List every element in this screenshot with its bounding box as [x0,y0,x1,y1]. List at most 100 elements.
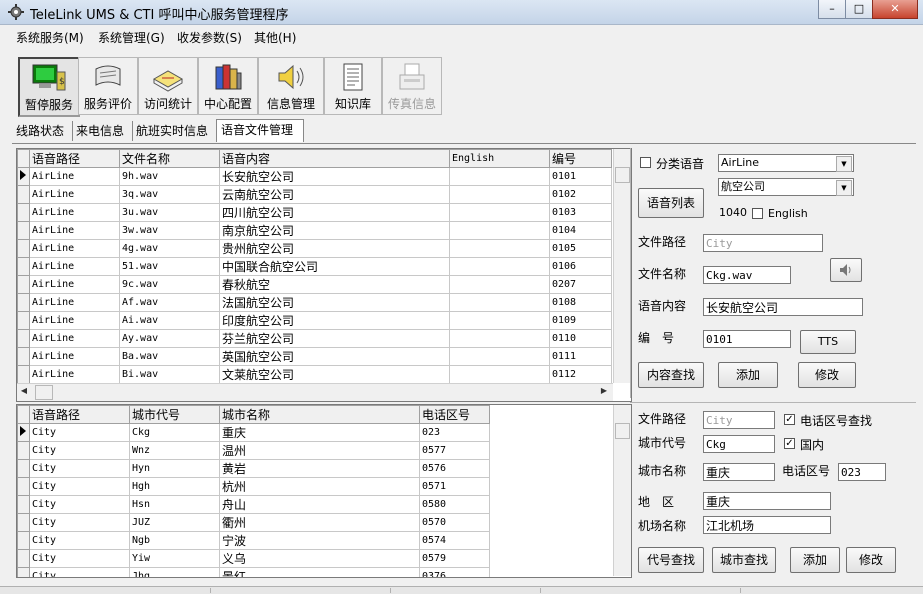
cell-path[interactable]: AirLine [29,203,120,222]
city-path-input[interactable]: City [703,411,775,429]
cell-number[interactable]: 0112 [549,365,612,384]
cell-content[interactable]: 芬兰航空公司 [219,329,450,348]
table-row[interactable]: City JUZ 衢州 0570 [17,513,490,532]
cell-content[interactable]: 春秋航空 [219,275,450,294]
cell-path[interactable]: AirLine [29,275,120,294]
cell-city-code[interactable]: Hsn [129,495,220,514]
voice-add-button[interactable]: 添加 [718,362,778,388]
table-row[interactable]: AirLine 51.wav 中国联合航空公司 0106 [17,257,612,276]
cell-path[interactable]: City [29,441,130,460]
column-header[interactable]: 语音路径 [29,149,120,168]
menu-send-receive-params[interactable]: 收发参数(S) [177,29,242,46]
voice-grid-hscroll-thumb[interactable] [35,385,53,400]
table-row[interactable]: AirLine 3q.wav 云南航空公司 0102 [17,185,612,204]
dropdown-arrow-icon[interactable]: ▼ [836,180,852,196]
dropdown-arrow-icon[interactable]: ▼ [836,156,852,172]
column-header[interactable]: 文件名称 [119,149,220,168]
cell-city-name[interactable]: 温州 [219,441,420,460]
code-search-button[interactable]: 代号查找 [638,547,704,573]
cell-area-code[interactable]: 0579 [419,549,490,568]
voice-content-input[interactable]: 长安航空公司 [703,298,863,316]
tab-voice-file-management[interactable]: 语音文件管理 [216,119,304,142]
city-code-input[interactable]: Ckg [703,435,775,453]
table-row[interactable]: AirLine Af.wav 法国航空公司 0108 [17,293,612,312]
cell-english[interactable] [449,221,550,240]
cell-number[interactable]: 0111 [549,347,612,366]
cell-city-code[interactable]: JUZ [129,513,220,532]
cell-english[interactable] [449,329,550,348]
cell-content[interactable]: 南京航空公司 [219,221,450,240]
table-row[interactable]: AirLine 9c.wav 春秋航空 0207 [17,275,612,294]
cell-filename[interactable]: 51.wav [119,257,220,276]
column-header[interactable]: 语音路径 [29,405,130,424]
airport-name-input[interactable]: 江北机场 [703,516,831,534]
cell-english[interactable] [449,203,550,222]
cell-area-code[interactable]: 0577 [419,441,490,460]
table-row[interactable]: City Wnz 温州 0577 [17,441,490,460]
cell-filename[interactable]: 4g.wav [119,239,220,258]
close-button[interactable]: ✕ [872,0,918,19]
column-header[interactable]: 语音内容 [219,149,450,168]
cell-number[interactable]: 0105 [549,239,612,258]
cell-number[interactable]: 0110 [549,329,612,348]
column-header[interactable]: 编号 [549,149,612,168]
cell-city-code[interactable]: Wnz [129,441,220,460]
cell-path[interactable]: City [29,549,130,568]
table-row[interactable]: AirLine 3u.wav 四川航空公司 0103 [17,203,612,222]
center-config-button[interactable]: 中心配置 [198,57,258,115]
cell-filename[interactable]: Af.wav [119,293,220,312]
cell-content[interactable]: 四川航空公司 [219,203,450,222]
knowledge-base-button[interactable]: 知识库 [324,57,382,115]
cell-english[interactable] [449,365,550,384]
table-row[interactable]: City Yiw 义乌 0579 [17,549,490,568]
city-search-button[interactable]: 城市查找 [712,547,776,573]
table-row[interactable]: City Jhg 景红 0376 [17,567,490,577]
cell-number[interactable]: 0102 [549,185,612,204]
cell-filename[interactable]: Ai.wav [119,311,220,330]
menu-system-management[interactable]: 系统管理(G) [98,29,165,46]
number-input[interactable]: 0101 [703,330,791,348]
column-header[interactable]: 城市名称 [219,405,420,424]
file-path-input[interactable]: City [703,234,823,252]
column-header[interactable]: 电话区号 [419,405,490,424]
table-row[interactable]: AirLine Bi.wav 文莱航空公司 0112 [17,365,612,384]
cell-path[interactable]: AirLine [29,257,120,276]
city-add-button[interactable]: 添加 [790,547,840,573]
cell-city-name[interactable]: 宁波 [219,531,420,550]
cell-number[interactable]: 0106 [549,257,612,276]
table-row[interactable]: AirLine 9h.wav 长安航空公司 0101 [17,167,612,186]
cell-area-code[interactable]: 0376 [419,567,490,577]
voice-grid-horizontal-scrollbar[interactable]: ◀ ▶ [17,383,613,401]
cell-path[interactable]: AirLine [29,329,120,348]
table-row[interactable]: AirLine 3w.wav 南京航空公司 0104 [17,221,612,240]
cell-city-name[interactable]: 景红 [219,567,420,577]
cell-number[interactable]: 0103 [549,203,612,222]
cell-filename[interactable]: Ba.wav [119,347,220,366]
english-checkbox[interactable] [752,208,763,219]
tab-line-status[interactable]: 线路状态 [12,121,73,141]
cell-path[interactable]: AirLine [29,347,120,366]
cell-content[interactable]: 英国航空公司 [219,347,450,366]
cell-content[interactable]: 中国联合航空公司 [219,257,450,276]
cell-path[interactable]: City [29,567,130,577]
cell-city-code[interactable]: Ckg [129,423,220,442]
scroll-right-arrow-icon[interactable]: ▶ [599,386,609,397]
tab-incoming-calls[interactable]: 来电信息 [72,121,133,141]
table-row[interactable]: AirLine Ba.wav 英国航空公司 0111 [17,347,612,366]
cell-filename[interactable]: 3w.wav [119,221,220,240]
scroll-left-arrow-icon[interactable]: ◀ [19,386,29,397]
cell-path[interactable]: City [29,513,130,532]
access-statistics-button[interactable]: 访问统计 [138,57,198,115]
play-sound-button[interactable] [830,258,862,282]
cell-city-name[interactable]: 黄岩 [219,459,420,478]
cell-city-name[interactable]: 衢州 [219,513,420,532]
minimize-button[interactable]: – [818,0,846,19]
cell-english[interactable] [449,275,550,294]
table-row[interactable]: City Ckg 重庆 023 [17,423,490,442]
cell-content[interactable]: 文莱航空公司 [219,365,450,384]
cell-city-code[interactable]: Hgh [129,477,220,496]
city-edit-button[interactable]: 修改 [846,547,896,573]
cell-path[interactable]: AirLine [29,185,120,204]
info-management-button[interactable]: 信息管理 [258,57,324,115]
cell-filename[interactable]: 9c.wav [119,275,220,294]
